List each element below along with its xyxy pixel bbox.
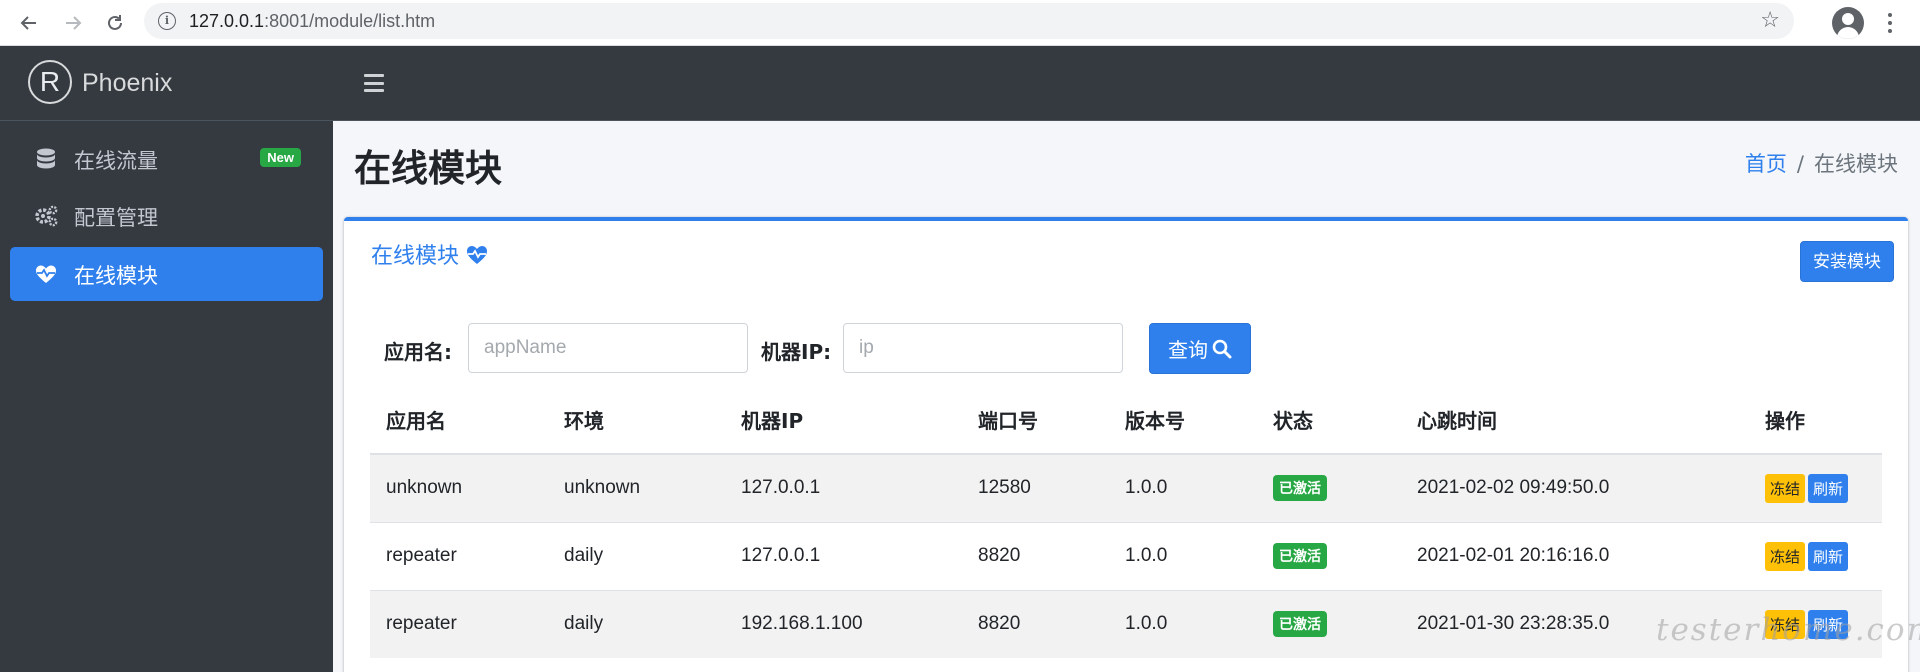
breadcrumb-home-link[interactable]: 首页 <box>1745 152 1787 176</box>
search-icon <box>1212 339 1232 358</box>
cell-ip: 127.0.0.1 <box>725 453 962 522</box>
url-host: 127.0.0.1 <box>189 11 265 31</box>
heartbeat-icon <box>36 265 56 283</box>
watermark: testerhome.com <box>1656 612 1920 648</box>
query-button[interactable]: 查询 <box>1149 323 1251 374</box>
app-name-input[interactable] <box>468 323 748 373</box>
install-module-button[interactable]: 安装模块 <box>1800 241 1894 282</box>
status-badge: 已激活 <box>1273 543 1327 569</box>
freeze-button[interactable]: 冻结 <box>1765 473 1806 503</box>
cell-version: 1.0.0 <box>1109 589 1257 658</box>
sidebar-item-online-traffic[interactable]: 在线流量 New <box>10 132 323 186</box>
cell-port: 8820 <box>962 521 1109 590</box>
machine-ip-input[interactable] <box>843 323 1123 373</box>
cell-version: 1.0.0 <box>1109 521 1257 590</box>
column-header-heartbeat: 心跳时间 <box>1401 386 1749 455</box>
freeze-button[interactable]: 冻结 <box>1765 541 1806 571</box>
cell-env: unknown <box>548 453 725 522</box>
cell-app: repeater <box>370 521 548 590</box>
refresh-button[interactable]: 刷新 <box>1808 541 1849 571</box>
column-header-actions: 操作 <box>1749 386 1882 455</box>
brand-link[interactable]: R Phoenix <box>0 46 333 121</box>
browser-toolbar: i 127.0.0.1:8001/module/list.htm ☆ <box>0 0 1920 46</box>
table-row: unknown unknown 127.0.0.1 12580 1.0.0 已激… <box>370 453 1882 522</box>
top-navbar <box>333 46 1920 121</box>
cell-status: 已激活 <box>1257 589 1401 658</box>
cell-heartbeat: 2021-02-02 09:49:50.0 <box>1401 453 1749 522</box>
table-header-row: 应用名 环境 机器IP 端口号 版本号 状态 心跳时间 操作 <box>370 386 1882 455</box>
status-badge: 已激活 <box>1273 611 1327 638</box>
cell-version: 1.0.0 <box>1109 453 1257 522</box>
cell-app: unknown <box>370 453 548 522</box>
column-header-app: 应用名 <box>370 386 548 455</box>
refresh-button[interactable]: 刷新 <box>1808 473 1849 503</box>
breadcrumb-current: 在线模块 <box>1814 152 1898 176</box>
profile-avatar-icon[interactable] <box>1832 7 1864 39</box>
cell-heartbeat: 2021-02-01 20:16:16.0 <box>1401 521 1749 590</box>
brand-logo: R <box>28 60 72 104</box>
bookmark-star-icon[interactable]: ☆ <box>1760 8 1780 33</box>
sidebar-item-config[interactable]: 配置管理 <box>10 189 323 243</box>
column-header-version: 版本号 <box>1109 386 1257 455</box>
url-text[interactable]: 127.0.0.1:8001/module/list.htm <box>189 11 435 32</box>
breadcrumb: 首页 / 在线模块 <box>1745 148 1898 178</box>
cell-app: repeater <box>370 589 548 658</box>
browser-menu-icon[interactable] <box>1880 8 1900 38</box>
column-header-port: 端口号 <box>962 386 1109 455</box>
query-button-label: 查询 <box>1168 340 1208 362</box>
column-header-status: 状态 <box>1257 386 1401 455</box>
menu-toggle-icon[interactable] <box>364 74 384 92</box>
sidebar-item-label: 配置管理 <box>74 206 158 230</box>
cell-actions: 冻结 刷新 <box>1749 453 1882 522</box>
card-title-text: 在线模块 <box>371 244 460 269</box>
sidebar: R Phoenix 在线流量 New 配置管理 在线模块 <box>0 46 333 672</box>
cell-status: 已激活 <box>1257 453 1401 522</box>
back-arrow-icon[interactable] <box>14 8 44 38</box>
sidebar-item-online-modules[interactable]: 在线模块 <box>10 247 323 301</box>
app-name-label: 应用名: <box>384 340 452 364</box>
card-title: 在线模块 <box>371 238 489 270</box>
cell-env: daily <box>548 521 725 590</box>
cell-actions: 冻结 刷新 <box>1749 521 1882 590</box>
reload-icon[interactable] <box>100 8 130 38</box>
page-title: 在线模块 <box>354 147 502 190</box>
breadcrumb-separator: / <box>1796 152 1804 176</box>
column-header-ip: 机器IP <box>725 386 962 455</box>
database-icon <box>37 148 55 169</box>
forward-arrow-icon[interactable] <box>58 8 88 38</box>
new-badge: New <box>260 148 301 167</box>
sidebar-item-label: 在线流量 <box>74 149 158 173</box>
address-bar[interactable]: i 127.0.0.1:8001/module/list.htm ☆ <box>144 3 1794 39</box>
heartbeat-icon <box>467 246 488 264</box>
cogs-icon <box>35 205 58 227</box>
column-header-env: 环境 <box>548 386 725 455</box>
cell-ip: 127.0.0.1 <box>725 521 962 590</box>
modules-card: 在线模块 安装模块 应用名: 机器IP: 查询 应用名 环境 机器IP 端口号 … <box>344 217 1908 672</box>
machine-ip-label: 机器IP: <box>761 340 832 364</box>
cell-port: 12580 <box>962 453 1109 522</box>
url-path: :8001/module/list.htm <box>264 11 436 31</box>
table-row: repeater daily 127.0.0.1 8820 1.0.0 已激活 … <box>370 521 1882 590</box>
cell-ip: 192.168.1.100 <box>725 589 962 658</box>
cell-env: daily <box>548 589 725 658</box>
status-badge: 已激活 <box>1273 475 1327 502</box>
site-info-icon[interactable]: i <box>158 12 176 30</box>
sidebar-item-label: 在线模块 <box>74 264 158 288</box>
cell-port: 8820 <box>962 589 1109 658</box>
cell-status: 已激活 <box>1257 521 1401 590</box>
brand-name: Phoenix <box>82 69 173 97</box>
